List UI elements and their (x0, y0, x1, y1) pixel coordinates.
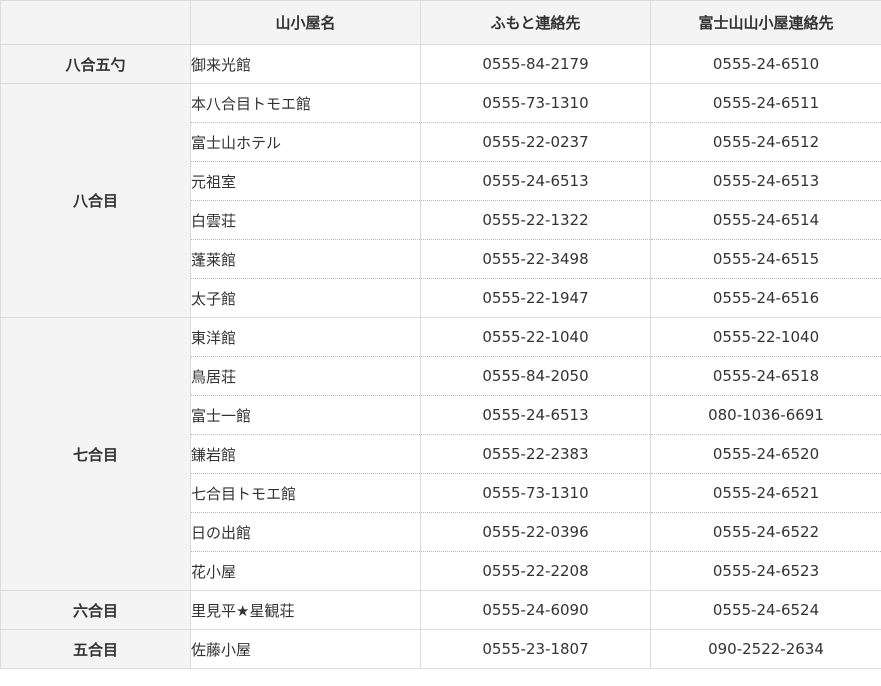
base-contact-phone: 0555-84-2050 (420, 356, 651, 396)
base-contact-phone: 0555-24-6513 (420, 161, 651, 201)
header-base-contact: ふもと連絡先 (420, 0, 651, 45)
base-contact-phone: 0555-22-2208 (420, 551, 651, 591)
mountain-contact-phone: 0555-24-6511 (650, 83, 881, 123)
hut-name: 富士山ホテル (190, 122, 421, 162)
header-row: 山小屋名 ふもと連絡先 富士山山小屋連絡先 (0, 0, 881, 45)
mountain-contact-phone: 0555-24-6521 (650, 473, 881, 513)
mountain-hut-contact-table: 山小屋名 ふもと連絡先 富士山山小屋連絡先 八合五勺 御来光館 0555-84-21… (0, 0, 881, 669)
hut-name: 里見平★星観荘 (190, 590, 421, 630)
mountain-contact-phone: 0555-24-6522 (650, 512, 881, 552)
mountain-contact-phone: 0555-24-6516 (650, 278, 881, 318)
mountain-contact-phone: 0555-24-6513 (650, 161, 881, 201)
base-contact-phone: 0555-22-0396 (420, 512, 651, 552)
base-contact-phone: 0555-23-1807 (420, 629, 651, 669)
base-contact-phone: 0555-22-1322 (420, 200, 651, 240)
base-contact-phone: 0555-24-6513 (420, 395, 651, 435)
hut-name: 御来光館 (190, 44, 421, 84)
mountain-contact-phone: 080-1036-6691 (650, 395, 881, 435)
base-contact-phone: 0555-22-1947 (420, 278, 651, 318)
base-contact-phone: 0555-22-1040 (420, 317, 651, 357)
mountain-contact-phone: 0555-24-6510 (650, 44, 881, 84)
table-body: 八合五勺 御来光館 0555-84-2179 0555-24-6510 八合目 本八合目ト… (0, 44, 881, 669)
mountain-contact-phone: 0555-24-6512 (650, 122, 881, 162)
hut-name: 東洋館 (190, 317, 421, 357)
hut-name: 花小屋 (190, 551, 421, 591)
station-label: 八合五勺 (0, 44, 191, 84)
table-row: 八合五勺 御来光館 0555-84-2179 0555-24-6510 (0, 44, 881, 84)
header-mountain-contact: 富士山山小屋連絡先 (650, 0, 881, 45)
station-label: 七合目 (0, 317, 191, 591)
station-label: 五合目 (0, 629, 191, 669)
hut-name: 佐藤小屋 (190, 629, 421, 669)
table-row: 七合目 東洋館 0555-22-1040 0555-22-1040 (0, 317, 881, 591)
hut-name: 富士一館 (190, 395, 421, 435)
hut-name: 七合目トモエ館 (190, 473, 421, 513)
mountain-contact-phone: 0555-24-6515 (650, 239, 881, 279)
header-hut-name: 山小屋名 (190, 0, 421, 45)
mountain-contact-phone: 0555-24-6520 (650, 434, 881, 474)
base-contact-phone: 0555-73-1310 (420, 83, 651, 123)
hut-name: 本八合目トモエ館 (190, 83, 421, 123)
hut-name: 鎌岩館 (190, 434, 421, 474)
table-header: 山小屋名 ふもと連絡先 富士山山小屋連絡先 (0, 0, 881, 45)
base-contact-phone: 0555-22-2383 (420, 434, 651, 474)
mountain-contact-phone: 0555-22-1040 (650, 317, 881, 357)
mountain-contact-phone: 0555-24-6523 (650, 551, 881, 591)
hut-name: 太子館 (190, 278, 421, 318)
header-station (0, 0, 191, 45)
station-label: 六合目 (0, 590, 191, 630)
hut-name: 日の出館 (190, 512, 421, 552)
mountain-contact-phone: 090-2522-2634 (650, 629, 881, 669)
station-label: 八合目 (0, 83, 191, 318)
base-contact-phone: 0555-22-3498 (420, 239, 651, 279)
mountain-contact-phone: 0555-24-6524 (650, 590, 881, 630)
table-row: 六合目 里見平★星観荘 0555-24-6090 0555-24-6524 (0, 590, 881, 630)
hut-name: 蓬莱館 (190, 239, 421, 279)
mountain-contact-phone: 0555-24-6518 (650, 356, 881, 396)
mountain-contact-phone: 0555-24-6514 (650, 200, 881, 240)
base-contact-phone: 0555-84-2179 (420, 44, 651, 84)
table-row: 五合目 佐藤小屋 0555-23-1807 090-2522-2634 (0, 629, 881, 669)
base-contact-phone: 0555-73-1310 (420, 473, 651, 513)
hut-name: 白雲荘 (190, 200, 421, 240)
hut-name: 鳥居荘 (190, 356, 421, 396)
hut-name: 元祖室 (190, 161, 421, 201)
base-contact-phone: 0555-22-0237 (420, 122, 651, 162)
base-contact-phone: 0555-24-6090 (420, 590, 651, 630)
table-row: 八合目 本八合目トモエ館 0555-73-1310 0555-24-6511 (0, 83, 881, 318)
